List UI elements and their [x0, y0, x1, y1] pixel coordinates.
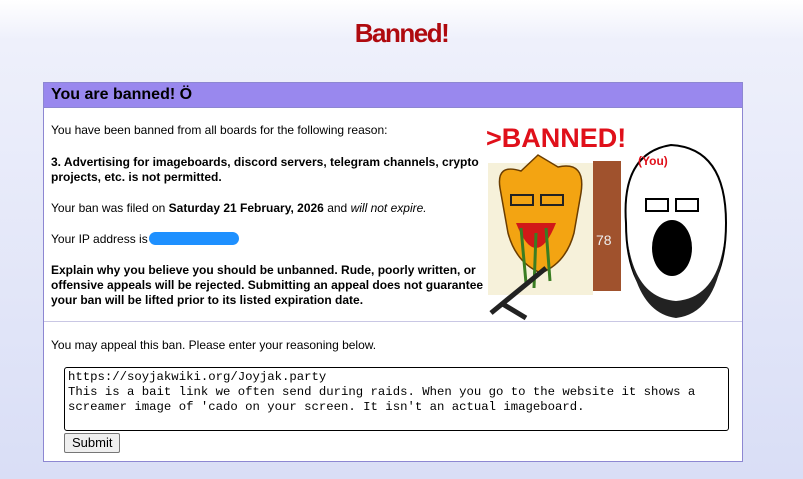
ban-intro-text: You have been banned from all boards for… [51, 123, 388, 137]
ban-box: You are banned! Ö You have been banned f… [43, 82, 743, 462]
soy-open-mouth [652, 220, 692, 276]
filed-expiry: will not expire. [350, 201, 427, 215]
brown-panel [593, 161, 621, 291]
ban-header: You are banned! Ö [44, 83, 742, 108]
panel-number: 78 [596, 232, 612, 248]
filed-prefix: Your ban was filed on [51, 201, 166, 215]
appeal-textarea[interactable]: https://soyjakwiki.org/Joyjak.party This… [64, 367, 729, 431]
ban-filed-line: Your ban was filed on Saturday 21 Februa… [51, 201, 427, 216]
filed-and: and [327, 201, 348, 215]
banned-banner-svg: >BANNED! 78 (You) [486, 123, 728, 321]
banner-headline: >BANNED! [486, 123, 626, 153]
ip-redaction-mask [148, 232, 239, 245]
banned-banner-image: >BANNED! 78 (You) [486, 123, 741, 333]
you-label: (You) [638, 154, 668, 168]
section-divider [44, 321, 742, 322]
page-title: Banned! [354, 18, 450, 48]
ban-reason: 3. Advertising for imageboards, discord … [51, 155, 479, 184]
ip-label: Your IP address is [51, 232, 148, 246]
appeal-prompt: You may appeal this ban. Please enter yo… [51, 338, 377, 352]
filed-date: Saturday 21 February, 2026 [168, 201, 324, 215]
ip-line: Your IP address is [51, 232, 239, 247]
appeal-explain-text: Explain why you believe you should be un… [51, 263, 484, 307]
submit-button[interactable]: Submit [64, 433, 121, 453]
